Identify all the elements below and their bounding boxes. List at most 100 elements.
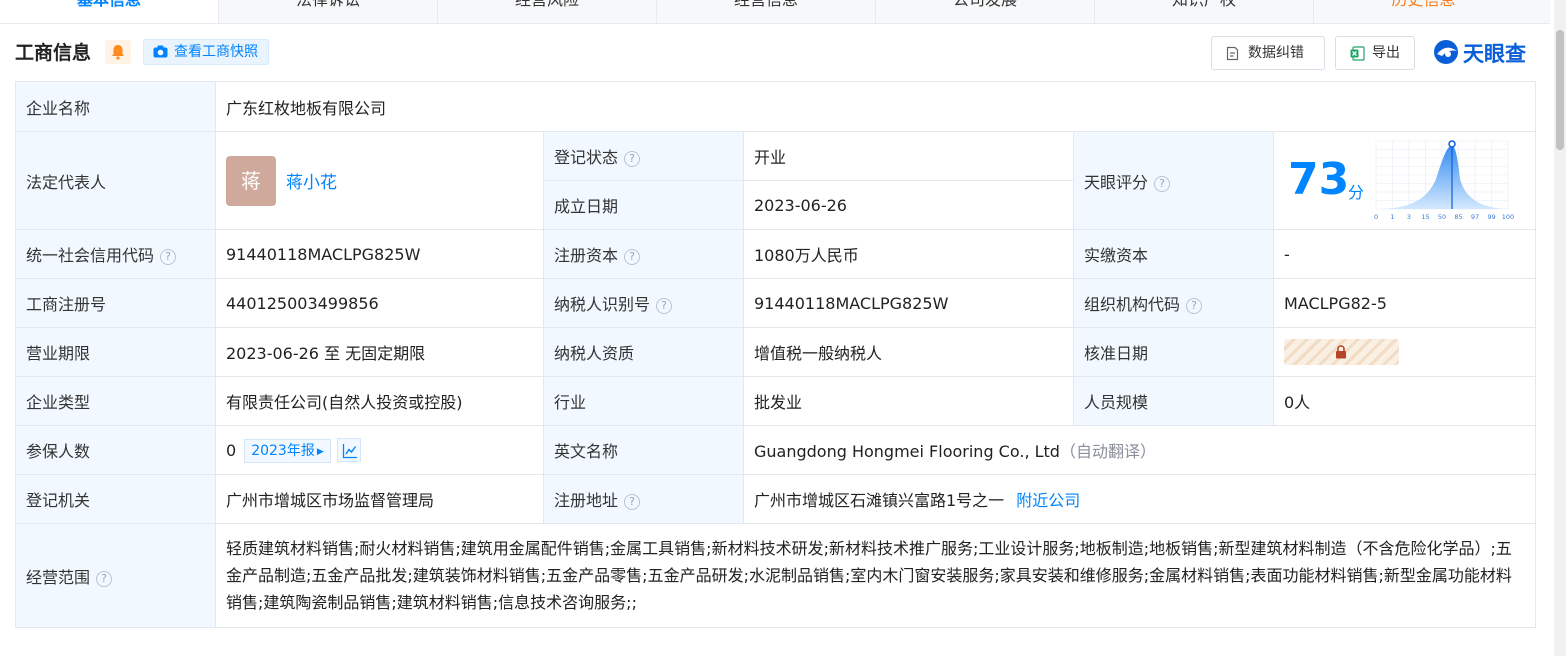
- authority-value: 广州市增城区市场监督管理局: [215, 474, 544, 524]
- reg-no-label: 工商注册号: [15, 278, 216, 328]
- score-block: 73 分 0 1 3 15 50 85 97 99 100: [1275, 133, 1535, 229]
- annual-report-label: 2023年报: [251, 442, 315, 459]
- row-insured: 参保人数 0 2023年报 ▶ 英文名称 Guangdong Hongmei Flo…: [15, 425, 1536, 475]
- export-button[interactable]: 导出: [1335, 36, 1415, 70]
- nearby-companies-link[interactable]: 附近公司: [1016, 491, 1080, 510]
- x-tick-label: 99: [1487, 213, 1495, 221]
- industry-value: 批发业: [743, 376, 1074, 426]
- page: 基本信息 法律诉讼 经营风险 经营信息 公司发展 知识产权 历史信息 工商信息 …: [0, 0, 1566, 656]
- company-name-label: 企业名称: [15, 81, 216, 132]
- english-name-value: Guangdong Hongmei Flooring Co., Ltd: [754, 442, 1060, 461]
- found-date-value: 2023-06-26: [743, 180, 1074, 230]
- logo-text: 天眼查: [1463, 42, 1526, 66]
- approve-date-cell: [1273, 327, 1536, 377]
- credit-code-value: 91440118MACLPG825W: [215, 229, 544, 279]
- tab-development[interactable]: 公司发展: [876, 0, 1095, 23]
- reg-status-label-cell: 登记状态?: [543, 131, 744, 181]
- row-type: 企业类型 有限责任公司(自然人投资或控股) 行业 批发业 人员规模 0人: [15, 376, 1536, 426]
- document-edit-icon: [1226, 46, 1239, 61]
- help-icon[interactable]: ?: [656, 298, 673, 314]
- taxpayer-id-label-cell: 纳税人识别号?: [543, 278, 744, 328]
- org-code-value: MACLPG82-5: [1273, 278, 1536, 328]
- tab-legal[interactable]: 法律诉讼: [219, 0, 438, 23]
- avatar: 蒋: [226, 155, 276, 206]
- chart-x-ticks: 0 1 3 15 50 85 97 99 100: [1374, 213, 1514, 221]
- row-scope: 经营范围? 轻质建筑材料销售;耐火材料销售;建筑用金属配件销售;金属工具销售;新…: [15, 523, 1536, 628]
- authority-label: 登记机关: [15, 474, 216, 524]
- help-icon[interactable]: ?: [1154, 175, 1171, 192]
- address-label-cell: 注册地址?: [543, 474, 744, 524]
- industry-label: 行业: [543, 376, 744, 426]
- tab-ip[interactable]: 知识产权: [1095, 0, 1314, 23]
- scrollbar-thumb[interactable]: [1556, 30, 1564, 150]
- x-tick-label: 0: [1374, 213, 1378, 221]
- auto-translate-note: （自动翻译）: [1059, 442, 1156, 461]
- tab-risk[interactable]: 经营风险: [438, 0, 657, 23]
- business-info-table: 企业名称 广东红枚地板有限公司 法定代表人 蒋蒋小花 登记状态? 开业 天眼评分…: [15, 81, 1536, 628]
- tab-basic-info[interactable]: 基本信息: [0, 0, 219, 23]
- annual-report-button[interactable]: 2023年报 ▶: [244, 438, 331, 463]
- follow-bell-button[interactable]: [105, 40, 131, 64]
- paid-capital-label: 实缴资本: [1073, 229, 1274, 279]
- x-tick-label: 100: [1502, 213, 1514, 221]
- reg-no-value: 440125003499856: [215, 278, 544, 328]
- paid-capital-value: -: [1273, 229, 1536, 279]
- company-name-value: 广东红枚地板有限公司: [215, 81, 1536, 132]
- help-icon[interactable]: ?: [160, 249, 177, 265]
- snapshot-button[interactable]: 查看工商快照: [143, 39, 269, 65]
- help-icon[interactable]: ?: [96, 570, 113, 587]
- score-cell[interactable]: 73 分 0 1 3 15 50 85 97 99 100: [1273, 131, 1536, 230]
- taxpayer-id-label: 纳税人识别号: [554, 295, 651, 314]
- term-label: 营业期限: [15, 327, 216, 377]
- scope-label-cell: 经营范围?: [15, 523, 216, 628]
- eye-logo-icon: [1434, 40, 1458, 64]
- x-tick-label: 3: [1407, 213, 1411, 221]
- excel-icon: [1350, 46, 1365, 61]
- help-icon[interactable]: ?: [624, 249, 641, 265]
- address-label: 注册地址: [554, 491, 619, 510]
- tab-strip: 基本信息 法律诉讼 经营风险 经营信息 公司发展 知识产权 历史信息: [0, 0, 1550, 24]
- legal-rep-label: 法定代表人: [15, 131, 216, 230]
- snapshot-label: 查看工商快照: [174, 44, 258, 60]
- legal-rep-name-link[interactable]: 蒋小花: [286, 168, 337, 193]
- scrollbar[interactable]: [1554, 0, 1566, 656]
- locked-value[interactable]: [1284, 339, 1399, 365]
- approve-date-label: 核准日期: [1073, 327, 1274, 377]
- row-legal-rep: 法定代表人 蒋蒋小花 登记状态? 开业 天眼评分? 73 分 0 1 3 15 …: [15, 131, 1536, 230]
- reg-capital-value: 1080万人民币: [743, 229, 1074, 279]
- data-correction-button[interactable]: 数据纠错: [1211, 36, 1325, 70]
- english-name-label: 英文名称: [543, 425, 744, 475]
- score-value: 73: [1288, 153, 1350, 205]
- insured-cell: 0 2023年报 ▶: [215, 425, 544, 475]
- address-cell: 广州市增城区石滩镇兴富路1号之一 附近公司: [743, 474, 1536, 524]
- row-authority: 登记机关 广州市增城区市场监督管理局 注册地址? 广州市增城区石滩镇兴富路1号之…: [15, 474, 1536, 524]
- type-label: 企业类型: [15, 376, 216, 426]
- taxpayer-qual-value: 增值税一般纳税人: [743, 327, 1074, 377]
- trend-chart-button[interactable]: [336, 437, 361, 462]
- x-tick-label: 97: [1471, 213, 1479, 221]
- row-reg-no: 工商注册号 440125003499856 纳税人识别号? 91440118MA…: [15, 278, 1536, 328]
- help-icon[interactable]: ?: [624, 151, 641, 167]
- tab-operation[interactable]: 经营信息: [657, 0, 876, 23]
- bell-icon: [112, 45, 124, 60]
- triangle-right-icon: ▶: [316, 446, 324, 457]
- reg-status-value: 开业: [743, 131, 1074, 181]
- x-tick-label: 1: [1390, 213, 1394, 221]
- export-label: 导出: [1372, 45, 1400, 61]
- x-tick-label: 50: [1438, 213, 1446, 221]
- credit-code-label: 统一社会信用代码: [26, 246, 155, 265]
- reg-capital-label-cell: 注册资本?: [543, 229, 744, 279]
- row-term: 营业期限 2023-06-26 至 无固定期限 纳税人资质 增值税一般纳税人 核…: [15, 327, 1536, 377]
- data-correction-label: 数据纠错: [1248, 45, 1304, 61]
- camera-icon: [153, 45, 168, 58]
- score-unit: 分: [1348, 182, 1365, 202]
- staff-size-label: 人员规模: [1073, 376, 1274, 426]
- reg-capital-label: 注册资本: [554, 246, 619, 265]
- org-code-label: 组织机构代码: [1084, 295, 1181, 314]
- score-label-cell: 天眼评分?: [1073, 131, 1274, 230]
- found-date-label: 成立日期: [543, 180, 744, 230]
- help-icon[interactable]: ?: [1186, 298, 1203, 314]
- line-chart-icon: [342, 443, 357, 458]
- help-icon[interactable]: ?: [624, 494, 641, 510]
- tab-history[interactable]: 历史信息: [1314, 0, 1533, 23]
